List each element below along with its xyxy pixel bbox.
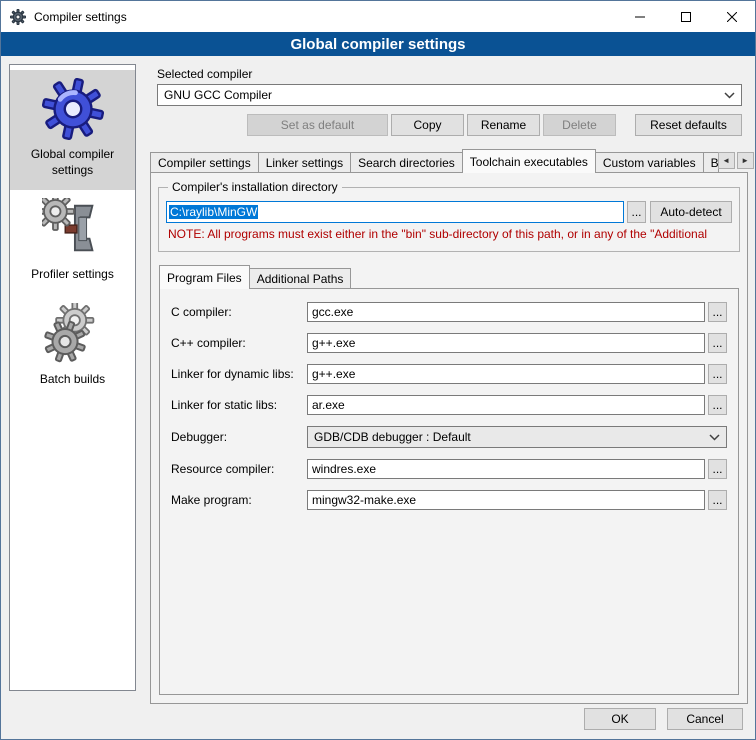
make-program-input[interactable]: mingw32-make.exe	[307, 490, 705, 510]
debugger-label: Debugger:	[171, 430, 307, 444]
window-controls	[617, 1, 755, 32]
resource-compiler-label: Resource compiler:	[171, 462, 307, 476]
static-linker-value: ar.exe	[312, 398, 345, 412]
chevron-down-icon	[709, 434, 720, 441]
dynamic-linker-value: g++.exe	[312, 367, 355, 381]
field-row-static-linker: Linker for static libs: ar.exe ...	[171, 395, 727, 415]
gray-gears-icon	[42, 303, 104, 365]
tab-compiler-settings[interactable]: Compiler settings	[150, 152, 259, 172]
dynamic-linker-label: Linker for dynamic libs:	[171, 367, 307, 381]
sidebar-item-label: Global compiler settings	[12, 147, 133, 178]
browse-dynamic-linker-button[interactable]: ...	[708, 364, 727, 384]
tab-scroll-right-icon[interactable]: ►	[737, 152, 754, 169]
compiler-select[interactable]: GNU GCC Compiler	[157, 84, 742, 106]
program-files-tabs: Program Files Additional Paths	[159, 265, 747, 288]
dynamic-linker-input[interactable]: g++.exe	[307, 364, 705, 384]
set-as-default-button[interactable]: Set as default	[247, 114, 388, 136]
settings-category-list: Global compiler settings	[9, 64, 136, 691]
profiler-tool-icon	[42, 198, 104, 260]
dialog-buttons: OK Cancel	[584, 708, 743, 730]
compiler-actions: Set as default Copy Rename Delete Reset …	[157, 114, 742, 136]
cpp-compiler-value: g++.exe	[312, 336, 355, 350]
copy-button[interactable]: Copy	[391, 114, 464, 136]
debugger-select[interactable]: GDB/CDB debugger : Default	[307, 426, 727, 448]
dialog-content: Global compiler settings	[1, 56, 755, 739]
blue-gear-icon	[42, 78, 104, 140]
selected-compiler-label: Selected compiler	[157, 67, 252, 81]
browse-c-compiler-button[interactable]: ...	[708, 302, 727, 322]
sidebar-item-profiler-settings[interactable]: Profiler settings	[10, 190, 135, 295]
resource-compiler-value: windres.exe	[312, 462, 376, 476]
installation-directory-value: C:\raylib\MinGW	[169, 205, 258, 219]
sidebar-item-label: Profiler settings	[31, 267, 114, 283]
browse-install-dir-button[interactable]: ...	[627, 201, 646, 223]
static-linker-input[interactable]: ar.exe	[307, 395, 705, 415]
field-row-debugger: Debugger: GDB/CDB debugger : Default	[171, 426, 727, 448]
tab-additional-paths[interactable]: Additional Paths	[249, 268, 352, 288]
browse-resource-compiler-button[interactable]: ...	[708, 459, 727, 479]
rename-button[interactable]: Rename	[467, 114, 540, 136]
auto-detect-button[interactable]: Auto-detect	[650, 201, 732, 223]
cpp-compiler-label: C++ compiler:	[171, 336, 307, 350]
program-files-panel: C compiler: gcc.exe ... C++ compiler: g+…	[159, 288, 739, 695]
compiler-select-value: GNU GCC Compiler	[164, 88, 272, 102]
browse-static-linker-button[interactable]: ...	[708, 395, 727, 415]
c-compiler-value: gcc.exe	[312, 305, 353, 319]
tab-scroll-buttons: ◄ ►	[718, 152, 754, 172]
c-compiler-label: C compiler:	[171, 305, 307, 319]
compiler-settings-window: Compiler settings Global compiler settin…	[0, 0, 756, 740]
sidebar-item-global-compiler-settings[interactable]: Global compiler settings	[10, 70, 135, 190]
window-title: Compiler settings	[34, 10, 127, 24]
tab-linker-settings[interactable]: Linker settings	[258, 152, 351, 172]
delete-button[interactable]: Delete	[543, 114, 616, 136]
browse-cpp-compiler-button[interactable]: ...	[708, 333, 727, 353]
tab-program-files[interactable]: Program Files	[159, 265, 250, 289]
tab-custom-variables[interactable]: Custom variables	[595, 152, 704, 172]
field-row-c-compiler: C compiler: gcc.exe ...	[171, 302, 727, 322]
close-button[interactable]	[709, 1, 755, 32]
ok-button[interactable]: OK	[584, 708, 656, 730]
field-row-dynamic-linker: Linker for dynamic libs: g++.exe ...	[171, 364, 727, 384]
maximize-button[interactable]	[663, 1, 709, 32]
dialog-header: Global compiler settings	[1, 32, 755, 56]
title-bar[interactable]: Compiler settings	[1, 1, 755, 32]
c-compiler-input[interactable]: gcc.exe	[307, 302, 705, 322]
bin-subdirectory-note: NOTE: All programs must exist either in …	[168, 227, 730, 241]
debugger-value: GDB/CDB debugger : Default	[314, 430, 471, 444]
make-program-label: Make program:	[171, 493, 307, 507]
tab-search-directories[interactable]: Search directories	[350, 152, 463, 172]
field-row-resource-compiler: Resource compiler: windres.exe ...	[171, 459, 727, 479]
sidebar-item-batch-builds[interactable]: Batch builds	[10, 295, 135, 400]
minimize-button[interactable]	[617, 1, 663, 32]
app-icon	[10, 9, 26, 25]
field-row-make-program: Make program: mingw32-make.exe ...	[171, 490, 727, 510]
settings-tabs: Compiler settings Linker settings Search…	[150, 149, 748, 172]
field-row-cpp-compiler: C++ compiler: g++.exe ...	[171, 333, 727, 353]
static-linker-label: Linker for static libs:	[171, 398, 307, 412]
toolchain-executables-panel: Compiler's installation directory C:\ray…	[150, 172, 748, 704]
tab-build-options[interactable]: Buil	[703, 152, 719, 172]
installation-directory-row: C:\raylib\MinGW ... Auto-detect	[166, 201, 732, 223]
browse-make-program-button[interactable]: ...	[708, 490, 727, 510]
main-panel: Selected compiler GNU GCC Compiler Set a…	[149, 64, 749, 704]
cpp-compiler-input[interactable]: g++.exe	[307, 333, 705, 353]
installation-directory-input[interactable]: C:\raylib\MinGW	[166, 201, 624, 223]
chevron-down-icon	[724, 92, 735, 99]
make-program-value: mingw32-make.exe	[312, 493, 416, 507]
resource-compiler-input[interactable]: windres.exe	[307, 459, 705, 479]
tab-scroll-left-icon[interactable]: ◄	[718, 152, 735, 169]
cancel-button[interactable]: Cancel	[667, 708, 743, 730]
installation-directory-legend: Compiler's installation directory	[168, 180, 342, 194]
installation-directory-group: Compiler's installation directory C:\ray…	[158, 187, 740, 252]
sidebar-item-label: Batch builds	[40, 372, 105, 388]
reset-defaults-button[interactable]: Reset defaults	[635, 114, 742, 136]
tab-toolchain-executables[interactable]: Toolchain executables	[462, 149, 596, 173]
